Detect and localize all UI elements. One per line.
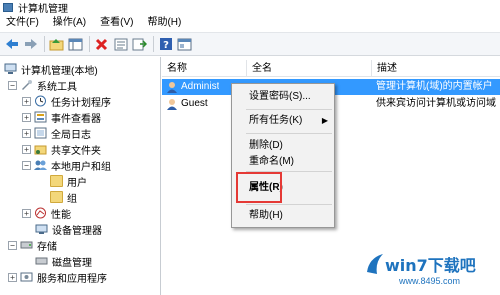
menu-item-all-tasks[interactable]: 所有任务(K) ▶ bbox=[232, 112, 334, 130]
collapse-toggle[interactable]: − bbox=[8, 80, 17, 90]
toolbar-separator bbox=[89, 36, 90, 52]
title-bar: 计算机管理 bbox=[0, 0, 500, 15]
event-viewer-icon bbox=[34, 111, 47, 123]
log-icon bbox=[34, 127, 47, 139]
forward-icon[interactable] bbox=[22, 36, 39, 53]
menu-separator bbox=[246, 133, 332, 134]
tree-item-label: 设备管理器 bbox=[52, 225, 102, 237]
back-icon[interactable] bbox=[3, 36, 20, 53]
tree-item-label: 任务计划程序 bbox=[51, 97, 111, 109]
tree-item-performance[interactable]: + 性能 bbox=[22, 205, 71, 221]
menu-item-rename[interactable]: 重命名(M) bbox=[232, 153, 334, 166]
menu-file[interactable]: 文件(F) bbox=[0, 14, 46, 32]
toolbar: ? bbox=[0, 32, 500, 56]
watermark-logo-icon bbox=[367, 254, 383, 274]
expand-toggle[interactable]: + bbox=[22, 208, 31, 218]
window-title: 计算机管理 bbox=[18, 3, 68, 15]
up-folder-icon[interactable] bbox=[48, 36, 65, 53]
menu-bar: 文件(F) 操作(A) 查看(V) 帮助(H) bbox=[0, 14, 500, 32]
submenu-arrow-icon: ▶ bbox=[321, 116, 328, 125]
table-cell-description: 管理计算机(域)的内置帐户 bbox=[376, 81, 493, 92]
export-icon[interactable] bbox=[131, 36, 148, 53]
user-icon bbox=[167, 99, 177, 110]
performance-icon bbox=[35, 207, 46, 219]
tree-item-storage[interactable]: − 存储 bbox=[8, 237, 57, 253]
tree-item-label: 事件查看器 bbox=[51, 113, 101, 125]
collapse-toggle[interactable]: − bbox=[8, 240, 17, 250]
device-manager-icon bbox=[35, 224, 48, 234]
table-cell-name: Administ bbox=[166, 79, 219, 95]
tree-item-label: 计算机管理(本地) bbox=[21, 65, 98, 77]
storage-icon bbox=[20, 241, 33, 249]
toolbar-separator bbox=[153, 36, 154, 52]
tree-item-users[interactable]: 用户 bbox=[50, 173, 87, 189]
expand-toggle[interactable]: + bbox=[22, 96, 31, 106]
navigation-tree: 计算机管理(本地) − 系统工具 + 任务计划程序 + 事件查看器 + 全局日志… bbox=[0, 57, 161, 295]
table-cell-description: 供来宾访问计算机或访问域 bbox=[376, 98, 496, 109]
expand-toggle[interactable]: + bbox=[22, 144, 31, 154]
services-icon bbox=[20, 272, 33, 282]
watermark-url: www.8495.com bbox=[399, 276, 461, 286]
tree-item-label: 共享文件夹 bbox=[51, 145, 101, 157]
clock-icon bbox=[35, 95, 46, 107]
tree-item-device-manager[interactable]: 设备管理器 bbox=[35, 221, 102, 237]
menu-item-help[interactable]: 帮助(H) bbox=[232, 207, 334, 225]
computer-management-icon bbox=[4, 63, 17, 74]
shared-folder-icon bbox=[34, 145, 47, 155]
context-menu: 设置密码(S)... 所有任务(K) ▶ 删除(D) 重命名(M) 属性(R) … bbox=[231, 83, 335, 228]
tree-item-services-applications[interactable]: + 服务和应用程序 bbox=[8, 269, 107, 285]
column-header-fullname[interactable]: 全名 bbox=[247, 60, 372, 77]
tree-item-label: 本地用户和组 bbox=[51, 161, 111, 173]
user-icon bbox=[167, 82, 177, 93]
collapse-toggle[interactable]: − bbox=[22, 160, 31, 170]
svg-text:?: ? bbox=[163, 40, 169, 51]
view-icon[interactable] bbox=[67, 36, 84, 53]
toolbar-separator bbox=[44, 36, 45, 52]
folder-icon bbox=[50, 175, 63, 187]
menu-view[interactable]: 查看(V) bbox=[93, 14, 140, 32]
menu-separator bbox=[246, 109, 332, 110]
tree-item-computer-management[interactable]: 计算机管理(本地) bbox=[4, 61, 98, 77]
menu-separator bbox=[246, 204, 332, 205]
delete-icon[interactable] bbox=[93, 36, 110, 53]
properties-icon[interactable] bbox=[112, 36, 129, 53]
watermark-text: win7下载吧 bbox=[385, 256, 476, 275]
tree-item-disk-management[interactable]: 磁盘管理 bbox=[35, 253, 92, 269]
tree-item-label: 用户 bbox=[67, 177, 87, 189]
tree-item-label: 性能 bbox=[51, 209, 71, 221]
menu-action[interactable]: 操作(A) bbox=[46, 14, 93, 32]
help-icon[interactable]: ? bbox=[157, 36, 174, 53]
column-header-name[interactable]: 名称 bbox=[162, 60, 247, 77]
folder-icon bbox=[50, 191, 63, 203]
column-header-description[interactable]: 描述 bbox=[372, 60, 500, 77]
list-header: 名称 全名 描述 bbox=[162, 60, 500, 77]
tree-item-label: 服务和应用程序 bbox=[37, 273, 107, 285]
table-cell-name: Guest bbox=[166, 96, 208, 112]
tree-item-global-log[interactable]: + 全局日志 bbox=[22, 125, 91, 141]
highlight-box bbox=[236, 172, 282, 203]
computer-management-icon bbox=[3, 2, 13, 12]
expand-toggle[interactable]: + bbox=[22, 112, 31, 122]
disk-icon bbox=[35, 257, 48, 265]
tree-item-event-viewer[interactable]: + 事件查看器 bbox=[22, 109, 101, 125]
tree-item-label: 全局日志 bbox=[51, 129, 91, 141]
tree-item-label: 存储 bbox=[37, 241, 57, 253]
menu-item-set-password[interactable]: 设置密码(S)... bbox=[232, 88, 334, 106]
watermark: win7下载吧 www.8495.com bbox=[365, 250, 495, 292]
tree-item-local-users-groups[interactable]: − 本地用户和组 bbox=[22, 157, 111, 173]
users-icon bbox=[34, 160, 47, 170]
tools-icon bbox=[22, 80, 32, 90]
tree-item-label: 磁盘管理 bbox=[52, 257, 92, 269]
tree-item-label: 组 bbox=[67, 193, 77, 205]
tree-item-shared-folders[interactable]: + 共享文件夹 bbox=[22, 141, 101, 157]
expand-toggle[interactable]: + bbox=[22, 128, 31, 138]
tree-item-system-tools[interactable]: − 系统工具 bbox=[8, 77, 77, 93]
menu-help[interactable]: 帮助(H) bbox=[140, 14, 188, 32]
tree-item-label: 系统工具 bbox=[37, 81, 77, 93]
console-icon[interactable] bbox=[176, 36, 193, 53]
tree-item-groups[interactable]: 组 bbox=[50, 189, 77, 205]
tree-item-task-scheduler[interactable]: + 任务计划程序 bbox=[22, 93, 111, 109]
menu-item-label: 所有任务(K) bbox=[249, 115, 303, 126]
expand-toggle[interactable]: + bbox=[8, 272, 17, 282]
